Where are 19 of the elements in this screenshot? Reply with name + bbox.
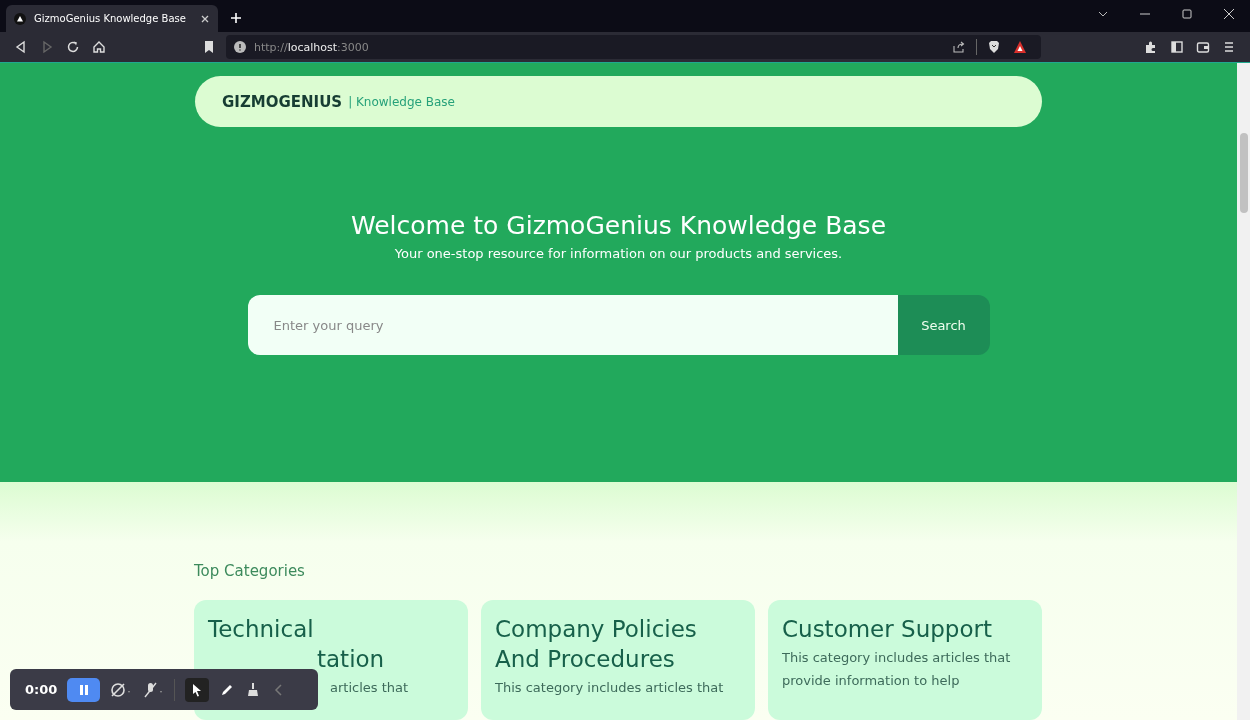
card-title: Customer Support <box>782 615 993 644</box>
card-description: This category includes articles that provide information to help <box>782 649 1012 690</box>
search-button[interactable]: Search <box>897 295 990 355</box>
brand-logo[interactable]: GIZMOGENIUS <box>222 92 343 111</box>
search-field[interactable]: Enter your query <box>247 295 898 355</box>
header-subtitle: | Knowledge Base <box>348 94 455 109</box>
browser-tab[interactable]: GizmoGenius Knowledge Base <box>6 5 218 32</box>
category-card[interactable]: Customer Support This category includes articles that provide information to help <box>768 600 1042 720</box>
card-title: Company Policies And Procedures <box>495 615 698 674</box>
card-description: articles that <box>330 679 409 697</box>
url-text: http://localhost:3000 <box>254 40 369 54</box>
timer: 0:00 <box>25 682 58 697</box>
address-bar[interactable]: http://localhost:3000 <box>226 35 1041 59</box>
card-description: This category includes articles that <box>495 679 725 697</box>
hero-title: Welcome to GizmoGenius Knowledge Base <box>350 211 886 240</box>
category-card[interactable]: Company Policies And Procedures This category includes articles that <box>481 600 755 720</box>
card-title: Technical tation <box>208 615 386 674</box>
section-heading: Top Categories <box>194 562 306 580</box>
hero-tagline: Your one-stop resource for information on our products and services. <box>394 246 843 261</box>
